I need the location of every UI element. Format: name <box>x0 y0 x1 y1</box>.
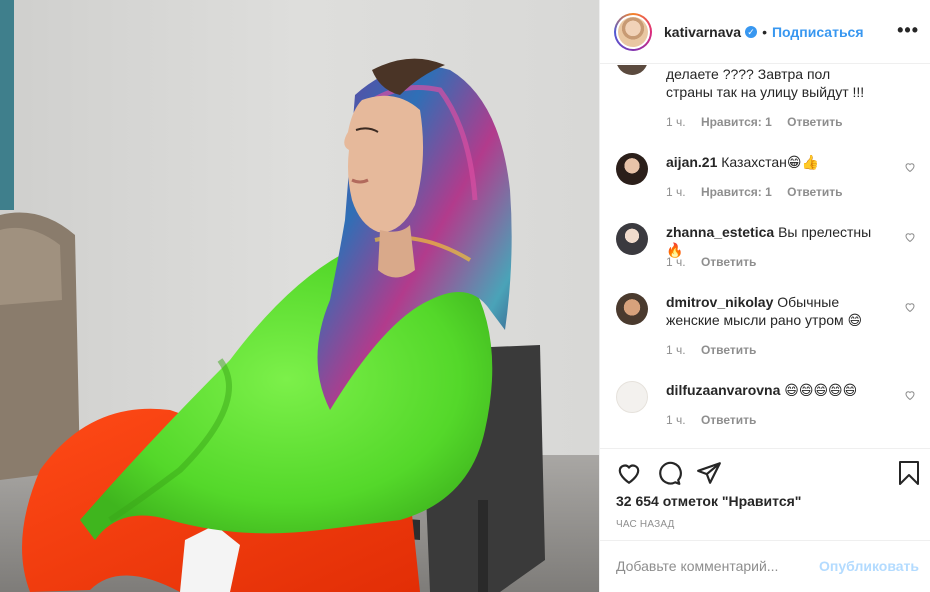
follow-button[interactable]: Подписаться <box>772 24 864 40</box>
comment-username[interactable]: dilfuzaanvarovna <box>666 382 780 398</box>
comment-message: Казахстан😁👍 <box>721 154 819 170</box>
post-sidebar: kativarnava ✓ • Подписаться ••• делаете … <box>599 0 930 592</box>
reply-button[interactable]: Ответить <box>701 413 756 427</box>
reply-button[interactable]: Ответить <box>787 185 842 199</box>
comment-message: 😄😄😄😄😄 <box>784 382 858 398</box>
comment-input[interactable] <box>616 558 806 574</box>
comment-meta: 1 ч. Ответить <box>666 343 768 357</box>
post-photo[interactable] <box>0 0 599 592</box>
comment-username[interactable]: dmitrov_nikolay <box>666 294 773 310</box>
author-avatar-image <box>618 16 648 47</box>
post-header: kativarnava ✓ • Подписаться ••• <box>600 0 930 64</box>
comment-username[interactable]: zhanna_estetica <box>666 224 774 240</box>
comment-avatar[interactable] <box>616 223 648 255</box>
comment-text: dmitrov_nikolay Обычные женские мысли ра… <box>666 293 876 329</box>
reply-button[interactable]: Ответить <box>701 255 756 269</box>
comment-text: dilfuzaanvarovna 😄😄😄😄😄 <box>666 381 876 399</box>
add-comment-bar: Опубликовать <box>600 540 930 592</box>
share-icon[interactable] <box>696 460 722 486</box>
comment-text: aijan.21 Казахстан😁👍 <box>666 153 876 171</box>
comment-time: 1 ч. <box>666 255 686 269</box>
comment-time: 1 ч. <box>666 115 686 129</box>
comment-avatar[interactable] <box>616 153 648 185</box>
author-username[interactable]: kativarnava <box>664 24 741 40</box>
post-photo-illustration <box>0 0 599 592</box>
reply-button[interactable]: Ответить <box>787 115 842 129</box>
comment-username[interactable]: aijan.21 <box>666 154 717 170</box>
reply-button[interactable]: Ответить <box>701 343 756 357</box>
author-avatar[interactable] <box>614 12 652 51</box>
comment-time: 1 ч. <box>666 343 686 357</box>
comment-meta: 1 ч. Ответить <box>666 255 768 269</box>
header-separator: • <box>762 23 767 40</box>
likes-count[interactable]: 32 654 отметок "Нравится" <box>616 493 801 509</box>
comment-avatar[interactable] <box>616 381 648 413</box>
comment-text: делаете ???? Завтра пол страны так на ул… <box>666 65 876 101</box>
comment-meta: 1 ч. Нравится: 1 Ответить <box>666 185 855 199</box>
comment-message: делаете ???? Завтра пол страны так на ул… <box>666 66 865 100</box>
comment-meta: 1 ч. Нравится: 1 Ответить <box>666 115 855 129</box>
more-options-icon[interactable]: ••• <box>897 20 919 41</box>
heart-icon[interactable] <box>616 460 642 486</box>
comment-time: 1 ч. <box>666 185 686 199</box>
comment-likes[interactable]: Нравится: 1 <box>701 115 772 129</box>
like-comment-heart-icon[interactable] <box>904 389 916 401</box>
comment-likes[interactable]: Нравится: 1 <box>701 185 772 199</box>
comment-icon[interactable] <box>656 460 682 486</box>
post-timestamp: ЧАС НАЗАД <box>616 519 675 530</box>
like-comment-heart-icon[interactable] <box>904 231 916 243</box>
comments-list[interactable]: делаете ???? Завтра пол страны так на ул… <box>600 65 930 448</box>
like-comment-heart-icon[interactable] <box>904 161 916 173</box>
bookmark-icon[interactable] <box>897 460 921 486</box>
publish-button[interactable]: Опубликовать <box>819 558 919 574</box>
comment-avatar[interactable] <box>616 65 648 75</box>
comment-meta: 1 ч. Ответить <box>666 413 768 427</box>
comment-text: zhanna_estetica Вы прелестны🔥 <box>666 223 876 259</box>
comment-time: 1 ч. <box>666 413 686 427</box>
author-avatar-frame <box>616 14 650 49</box>
comment-avatar[interactable] <box>616 293 648 325</box>
verified-badge-icon: ✓ <box>745 25 758 38</box>
like-comment-heart-icon[interactable] <box>904 301 916 313</box>
